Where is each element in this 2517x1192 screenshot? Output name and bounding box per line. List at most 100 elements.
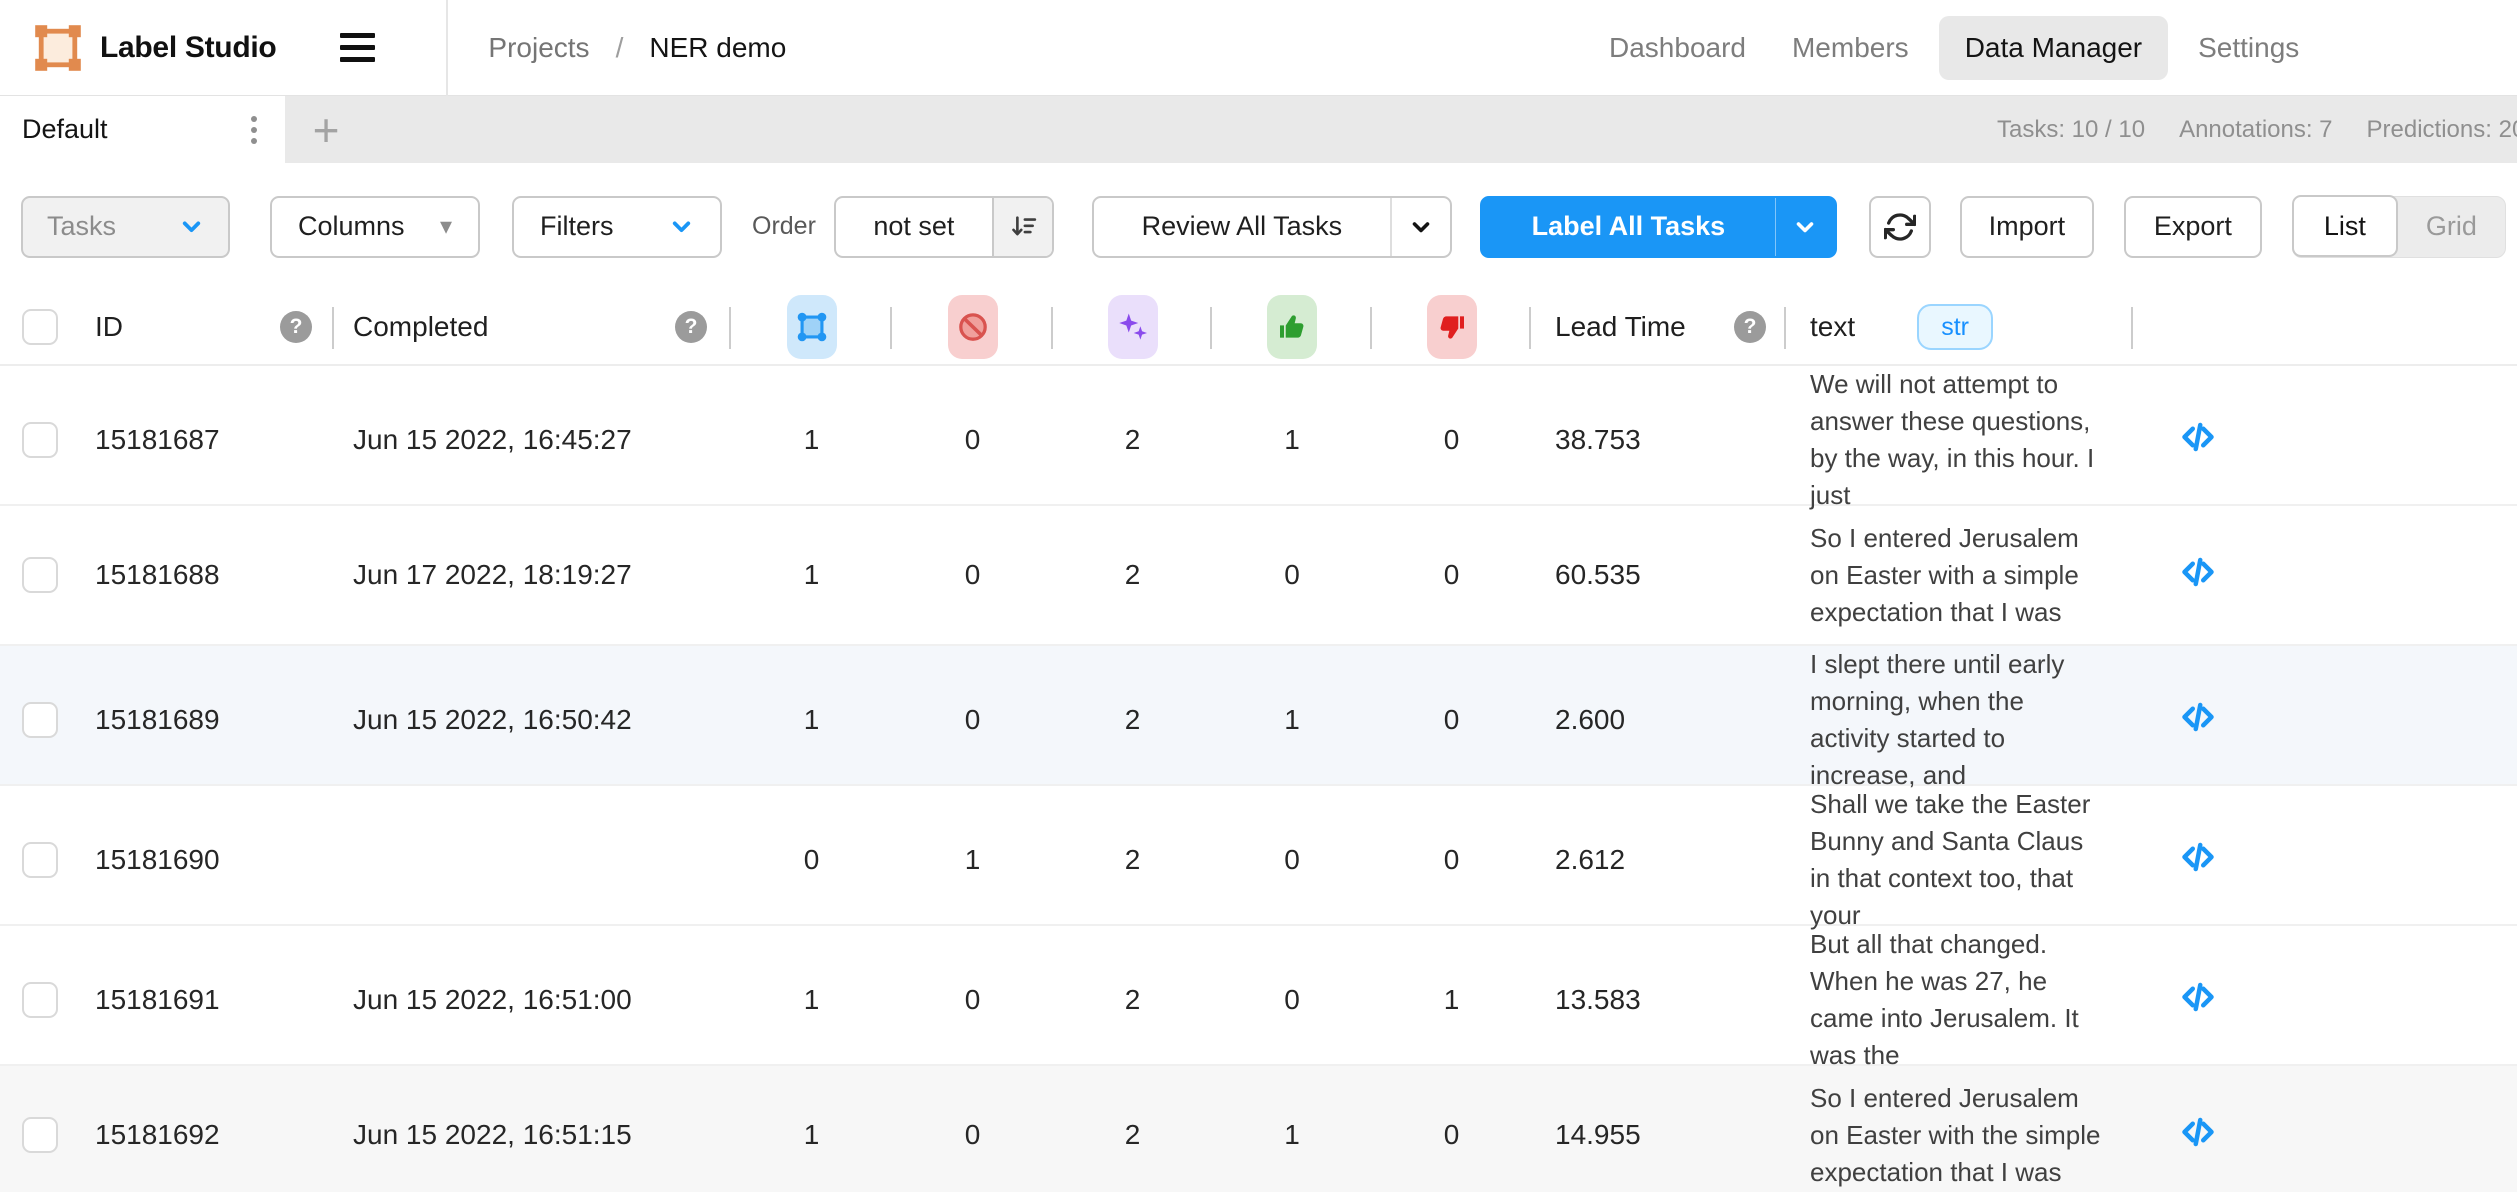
completed-timestamp: Jun 15 2022, 16:51:15 <box>334 1066 731 1192</box>
label-studio-logo-icon[interactable] <box>34 24 82 72</box>
row-filler <box>2263 366 2517 514</box>
tasks-dropdown[interactable]: Tasks <box>21 196 230 258</box>
review-all-tasks-label[interactable]: Review All Tasks <box>1094 198 1390 256</box>
task-id: 15181690 <box>80 786 334 934</box>
tab-default[interactable]: Default <box>0 96 285 163</box>
order-value[interactable]: not set <box>836 198 992 256</box>
help-icon[interactable]: ? <box>675 311 707 343</box>
rejected-count: 0 <box>1372 646 1531 794</box>
code-icon[interactable] <box>2180 1114 2216 1157</box>
code-icon[interactable] <box>2180 554 2216 597</box>
table-row[interactable]: 15181690 0 1 2 0 0 2.612 Shall we take t… <box>0 786 2517 926</box>
accepted-count: 1 <box>1212 646 1372 794</box>
annotations-count: 1 <box>731 506 892 644</box>
row-checkbox[interactable] <box>22 422 58 458</box>
data-manager-toolbar: Tasks Columns ▾ Filters Order not set Re… <box>0 163 2517 290</box>
code-icon[interactable] <box>2180 839 2216 882</box>
add-tab-button[interactable]: + <box>285 96 367 163</box>
top-header: Label Studio Projects / NER demo Dashboa… <box>0 0 2517 96</box>
filters-dropdown[interactable]: Filters <box>512 196 722 258</box>
completed-timestamp: Jun 15 2022, 16:50:42 <box>334 646 731 794</box>
view-grid-button[interactable]: Grid <box>2398 211 2505 242</box>
select-all-checkbox[interactable] <box>22 309 58 345</box>
header-divider <box>446 0 448 96</box>
row-checkbox[interactable] <box>22 1117 58 1153</box>
column-header-annotations[interactable] <box>731 290 892 364</box>
nav-settings[interactable]: Settings <box>2182 16 2315 80</box>
tab-options-kebab-icon[interactable] <box>245 110 263 150</box>
export-button[interactable]: Export <box>2124 196 2262 258</box>
column-header-accepted[interactable] <box>1212 290 1372 364</box>
row-filler <box>2263 926 2517 1074</box>
hamburger-menu-icon[interactable] <box>340 18 400 78</box>
table-row[interactable]: 15181688 Jun 17 2022, 18:19:27 1 0 2 0 0… <box>0 506 2517 646</box>
breadcrumb-projects-link[interactable]: Projects <box>488 32 589 64</box>
code-icon[interactable] <box>2180 419 2216 462</box>
annotations-icon <box>787 295 837 359</box>
columns-dropdown[interactable]: Columns ▾ <box>270 196 480 258</box>
label-dropdown-chevron-icon[interactable] <box>1775 198 1835 256</box>
review-dropdown-chevron-icon[interactable] <box>1390 198 1450 256</box>
column-type-badge: str <box>1917 304 1993 350</box>
review-all-tasks-button[interactable]: Review All Tasks <box>1092 196 1452 258</box>
stat-predictions: Predictions: 20 <box>2367 116 2517 144</box>
sort-direction-icon[interactable] <box>992 198 1052 256</box>
row-filler <box>2263 1066 2517 1192</box>
column-header-completed[interactable]: Completed ? <box>334 290 731 364</box>
project-stats: Tasks: 10 / 10 Annotations: 7 Prediction… <box>1997 96 2517 163</box>
table-row[interactable]: 15181692 Jun 15 2022, 16:51:15 1 0 2 1 0… <box>0 1066 2517 1192</box>
label-all-tasks-button[interactable]: Label All Tasks <box>1480 196 1837 258</box>
rejected-count: 0 <box>1372 786 1531 934</box>
row-checkbox[interactable] <box>22 842 58 878</box>
help-icon[interactable]: ? <box>280 311 312 343</box>
nav-dashboard[interactable]: Dashboard <box>1593 16 1762 80</box>
help-icon[interactable]: ? <box>1734 311 1766 343</box>
lead-time-value: 60.535 <box>1531 506 1786 644</box>
cancelled-count: 1 <box>892 786 1053 934</box>
thumbs-up-icon <box>1267 295 1317 359</box>
nav-members[interactable]: Members <box>1776 16 1925 80</box>
column-label-lead-time: Lead Time <box>1555 311 1686 343</box>
label-all-tasks-label[interactable]: Label All Tasks <box>1482 198 1775 256</box>
lead-time-value: 2.600 <box>1531 646 1786 794</box>
refresh-button[interactable] <box>1869 196 1931 258</box>
column-header-predictions[interactable] <box>1053 290 1212 364</box>
filters-dropdown-label: Filters <box>540 211 614 242</box>
column-header-rejected[interactable] <box>1372 290 1531 364</box>
predictions-count: 2 <box>1053 1066 1212 1192</box>
task-table: 15181687 Jun 15 2022, 16:45:27 1 0 2 1 0… <box>0 366 2517 1192</box>
code-icon[interactable] <box>2180 979 2216 1022</box>
nav-data-manager[interactable]: Data Manager <box>1939 16 2168 80</box>
table-row[interactable]: 15181689 Jun 15 2022, 16:50:42 1 0 2 1 0… <box>0 646 2517 786</box>
row-checkbox[interactable] <box>22 982 58 1018</box>
column-header-text[interactable]: text str <box>1786 290 2133 364</box>
lead-time-value: 2.612 <box>1531 786 1786 934</box>
cancelled-count: 0 <box>892 366 1053 514</box>
column-header-id[interactable]: ID ? <box>80 290 334 364</box>
row-checkbox[interactable] <box>22 557 58 593</box>
table-row[interactable]: 15181691 Jun 15 2022, 16:51:00 1 0 2 0 1… <box>0 926 2517 1066</box>
stat-annotations: Annotations: 7 <box>2179 116 2332 144</box>
order-selector[interactable]: not set <box>834 196 1054 258</box>
rejected-count: 0 <box>1372 366 1531 514</box>
accepted-count: 1 <box>1212 366 1372 514</box>
predictions-count: 2 <box>1053 366 1212 514</box>
annotations-count: 1 <box>731 646 892 794</box>
column-header-cancelled[interactable] <box>892 290 1053 364</box>
ban-icon <box>948 295 998 359</box>
code-icon[interactable] <box>2180 699 2216 742</box>
label-studio-data-manager: Label Studio Projects / NER demo Dashboa… <box>0 0 2517 1192</box>
predictions-count: 2 <box>1053 506 1212 644</box>
import-button[interactable]: Import <box>1960 196 2094 258</box>
row-checkbox[interactable] <box>22 702 58 738</box>
column-header-lead-time[interactable]: Lead Time ? <box>1531 290 1786 364</box>
accepted-count: 0 <box>1212 786 1372 934</box>
table-row[interactable]: 15181687 Jun 15 2022, 16:45:27 1 0 2 1 0… <box>0 366 2517 506</box>
sparkles-icon <box>1108 295 1158 359</box>
view-list-button[interactable]: List <box>2292 195 2398 257</box>
task-id: 15181687 <box>80 366 334 514</box>
stat-tasks: Tasks: 10 / 10 <box>1997 116 2145 144</box>
refresh-icon <box>1884 211 1916 243</box>
task-text-snippet: We will not attempt to answer these ques… <box>1810 366 2103 514</box>
task-text-snippet: But all that changed. When he was 27, he… <box>1810 926 2103 1074</box>
